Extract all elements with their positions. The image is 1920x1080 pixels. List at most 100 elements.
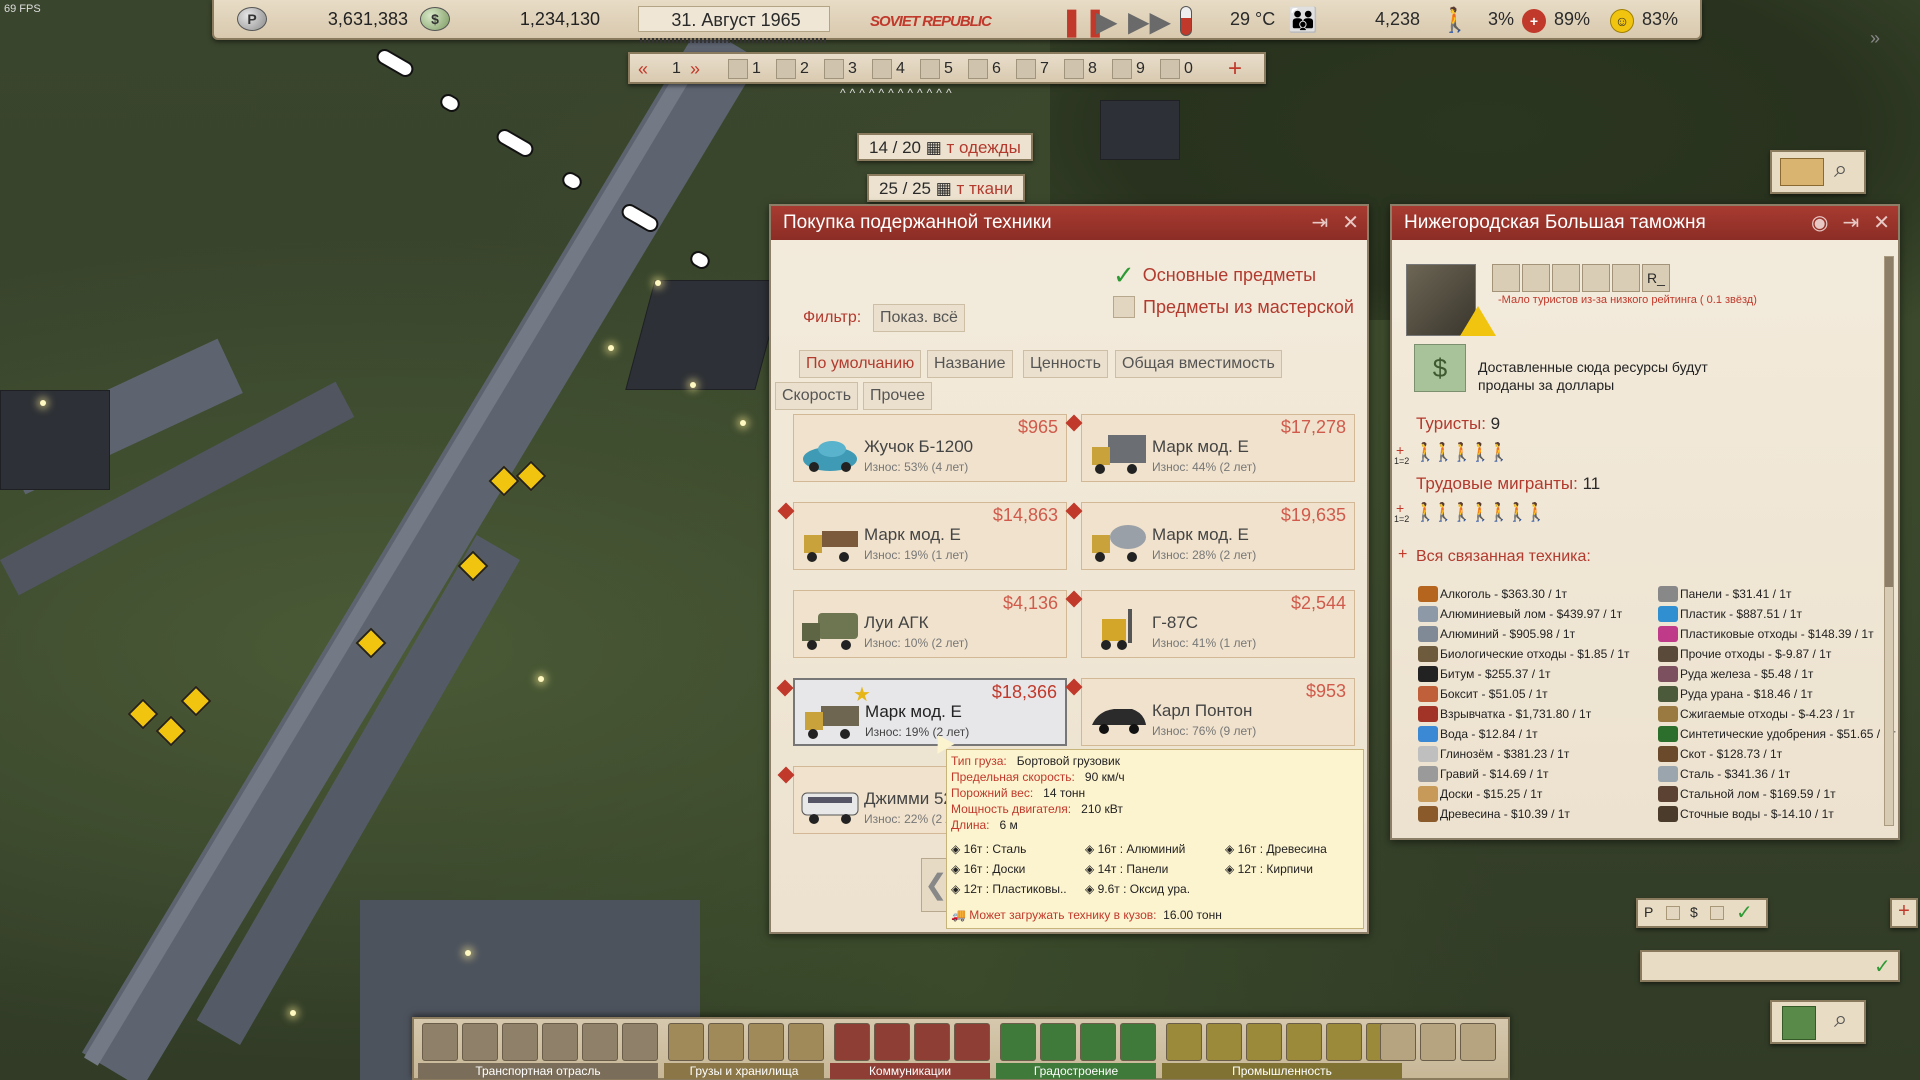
resource-item[interactable]: Скот - $128.73 / 1т <box>1658 744 1896 764</box>
vehicle-card[interactable]: $4,136 Луи АГК Износ: 10% (2 лет) <box>793 590 1067 658</box>
pin-icon[interactable]: ⇥ <box>1842 206 1859 240</box>
vehicle-card[interactable]: $965 Жучок Б-1200 Износ: 53% (4 лет) <box>793 414 1067 482</box>
workshop-items-checkbox[interactable]: Предметы из мастерской <box>1113 296 1354 318</box>
vehicle-card[interactable]: $17,278 Марк мод. Е Износ: 44% (2 лет) <box>1065 414 1355 482</box>
rename-icon[interactable]: R_ <box>1642 264 1670 292</box>
mine-tool-icon[interactable] <box>1206 1023 1242 1061</box>
resource-item[interactable]: Пластик - $887.51 / 1т <box>1658 604 1896 624</box>
resource-item[interactable]: Пластиковые отходы - $148.39 / 1т <box>1658 624 1896 644</box>
customs-titlebar[interactable]: Нижегородская Большая таможня ◉ ⇥ ✕ <box>1392 206 1898 240</box>
sort-name[interactable]: Название <box>927 350 1013 378</box>
filter-dropdown[interactable]: Показ. всё <box>873 304 965 332</box>
slot-7[interactable]: 7 <box>1016 58 1049 80</box>
resource-item[interactable]: Доски - $15.25 / 1т <box>1418 784 1629 804</box>
slot-3[interactable]: 3 <box>824 58 857 80</box>
sort-speed[interactable]: Скорость <box>775 382 859 410</box>
demolish-tool-icon[interactable] <box>1420 1023 1456 1061</box>
mail-icon[interactable] <box>1780 158 1824 186</box>
dollar-checkbox[interactable] <box>1710 906 1724 920</box>
window-titlebar[interactable]: Покупка подержанной техники ⇥ ✕ <box>771 206 1367 240</box>
fast-forward-button[interactable]: ▶▶ <box>1128 5 1171 38</box>
resource-item[interactable]: Прочие отходы - $-9.87 / 1т <box>1658 644 1896 664</box>
hospital-tool-icon[interactable] <box>1040 1023 1076 1061</box>
crane-tool-icon[interactable] <box>748 1023 784 1061</box>
vehicle-icon[interactable] <box>1552 264 1580 292</box>
sort-value[interactable]: Ценность <box>1023 350 1108 378</box>
slot-4[interactable]: 4 <box>872 58 905 80</box>
sort-default[interactable]: По умолчанию <box>799 350 922 378</box>
resource-item[interactable]: Сточные воды - $-14.10 / 1т <box>1658 804 1896 824</box>
water-tool-icon[interactable] <box>874 1023 910 1061</box>
temperature-value[interactable]: 29 °C <box>1230 9 1275 30</box>
resource-item[interactable]: Биологические отходы - $1.85 / 1т <box>1418 644 1629 664</box>
pedestrian-icon[interactable] <box>1612 264 1640 292</box>
resource-item[interactable]: Сжигаемые отходы - $-4.23 / 1т <box>1658 704 1896 724</box>
happiness-value[interactable]: 83% <box>1642 9 1678 30</box>
vehicle-icon[interactable] <box>1522 264 1550 292</box>
check-icon[interactable]: ✓ <box>1874 954 1891 979</box>
resource-item[interactable]: Сталь - $341.36 / 1т <box>1658 764 1896 784</box>
search-icon[interactable]: ⌕ <box>1834 1006 1847 1034</box>
resource-item[interactable]: Алюминий - $905.98 / 1т <box>1418 624 1629 644</box>
resource-item[interactable]: Панели - $31.41 / 1т <box>1658 584 1896 604</box>
close-icon[interactable]: ✕ <box>1873 206 1890 240</box>
pin-icon[interactable]: ⇥ <box>1311 206 1328 240</box>
unemployment-value[interactable]: 3% <box>1468 9 1514 30</box>
ship-tool-icon[interactable] <box>542 1023 578 1061</box>
next-page-button[interactable]: » <box>690 58 700 80</box>
slot-9[interactable]: 9 <box>1112 58 1145 80</box>
slot-2[interactable]: 2 <box>776 58 809 80</box>
farm-tool-icon[interactable] <box>1286 1023 1322 1061</box>
resource-item[interactable]: Алюминиевый лом - $439.97 / 1т <box>1418 604 1629 624</box>
vehicle-card[interactable]: $953 Карл Понтон Износ: 76% (9 лет) <box>1065 678 1355 746</box>
add-slot-button[interactable]: + <box>1228 55 1242 82</box>
clothing-tag[interactable]: 14 / 20 ▦ т одежды <box>857 133 1033 161</box>
station-tool-icon[interactable] <box>622 1023 658 1061</box>
population-value[interactable]: 4,238 <box>1320 9 1420 30</box>
scrollbar[interactable] <box>1884 256 1894 826</box>
pipeline-tool-icon[interactable] <box>788 1023 824 1061</box>
health-value[interactable]: 89% <box>1554 9 1590 30</box>
delete-icon[interactable] <box>1582 264 1610 292</box>
heating-tool-icon[interactable] <box>914 1023 950 1061</box>
building[interactable] <box>1100 100 1180 160</box>
sort-other[interactable]: Прочее <box>863 382 933 410</box>
building[interactable] <box>0 390 110 490</box>
main-items-checkbox[interactable]: ✓ Основные предметы <box>1113 262 1316 288</box>
add-vehicle-button[interactable]: + <box>1398 546 1407 564</box>
goods-icon[interactable] <box>1492 264 1520 292</box>
ruble-checkbox[interactable] <box>1666 906 1680 920</box>
slot-1[interactable]: 1 <box>728 58 761 80</box>
fabric-tag[interactable]: 25 / 25 ▦ т ткани <box>867 174 1025 202</box>
vehicle-card[interactable]: $14,863 Марк мод. Е Износ: 19% (1 лет) <box>777 502 1067 570</box>
eye-icon[interactable]: ◉ <box>1811 206 1828 240</box>
resource-item[interactable]: Алкоголь - $363.30 / 1т <box>1418 584 1629 604</box>
resource-item[interactable]: Стальной лом - $169.59 / 1т <box>1658 784 1896 804</box>
park-tool-icon[interactable] <box>1120 1023 1156 1061</box>
slot-8[interactable]: 8 <box>1064 58 1097 80</box>
resource-item[interactable]: Руда урана - $18.46 / 1т <box>1658 684 1896 704</box>
slot-0[interactable]: 0 <box>1160 58 1193 80</box>
factory-tool-icon[interactable] <box>1166 1023 1202 1061</box>
collapse-icon[interactable]: » <box>1870 28 1880 49</box>
vehicle-card[interactable]: $2,544 Г-87С Износ: 41% (1 лет) <box>1065 590 1355 658</box>
refinery-tool-icon[interactable] <box>1246 1023 1282 1061</box>
slot-5[interactable]: 5 <box>920 58 953 80</box>
resource-item[interactable]: Руда железа - $5.48 / 1т <box>1658 664 1896 684</box>
vehicle-card-selected[interactable]: ★ $18,366 Марк мод. Е Износ: 19% (2 лет) <box>776 678 1067 746</box>
resource-item[interactable]: Глинозём - $381.23 / 1т <box>1418 744 1629 764</box>
slot-6[interactable]: 6 <box>968 58 1001 80</box>
resource-item[interactable]: Боксит - $51.05 / 1т <box>1418 684 1629 704</box>
rail-tool-icon[interactable] <box>462 1023 498 1061</box>
rubles-value[interactable]: 3,631,383 <box>278 9 408 30</box>
power-line-tool-icon[interactable] <box>834 1023 870 1061</box>
resource-item[interactable]: Гравий - $14.69 / 1т <box>1418 764 1629 784</box>
plant-tool-icon[interactable] <box>1326 1023 1362 1061</box>
resource-item[interactable]: Древесина - $10.39 / 1т <box>1418 804 1629 824</box>
date-display[interactable]: 31. Август 1965 <box>636 10 836 31</box>
resource-item[interactable]: Синтетические удобрения - $51.65 / 1т <box>1658 724 1896 744</box>
download-icon[interactable] <box>1460 1023 1496 1061</box>
airport-tool-icon[interactable] <box>582 1023 618 1061</box>
resource-item[interactable]: Вода - $12.84 / 1т <box>1418 724 1629 744</box>
add-button[interactable]: + <box>1890 898 1918 928</box>
